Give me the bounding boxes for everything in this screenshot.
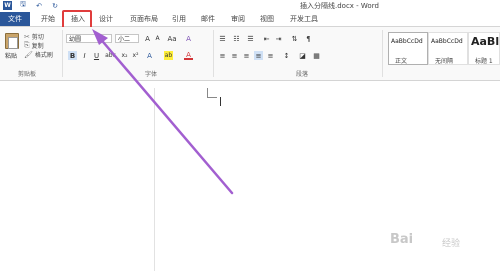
annotation-arrow: [92, 29, 234, 195]
arrow-head-icon: [92, 29, 108, 45]
watermark-logo: Bai: [390, 232, 414, 247]
arrow-shaft: [96, 34, 234, 195]
watermark-sub: 经验: [442, 239, 461, 249]
